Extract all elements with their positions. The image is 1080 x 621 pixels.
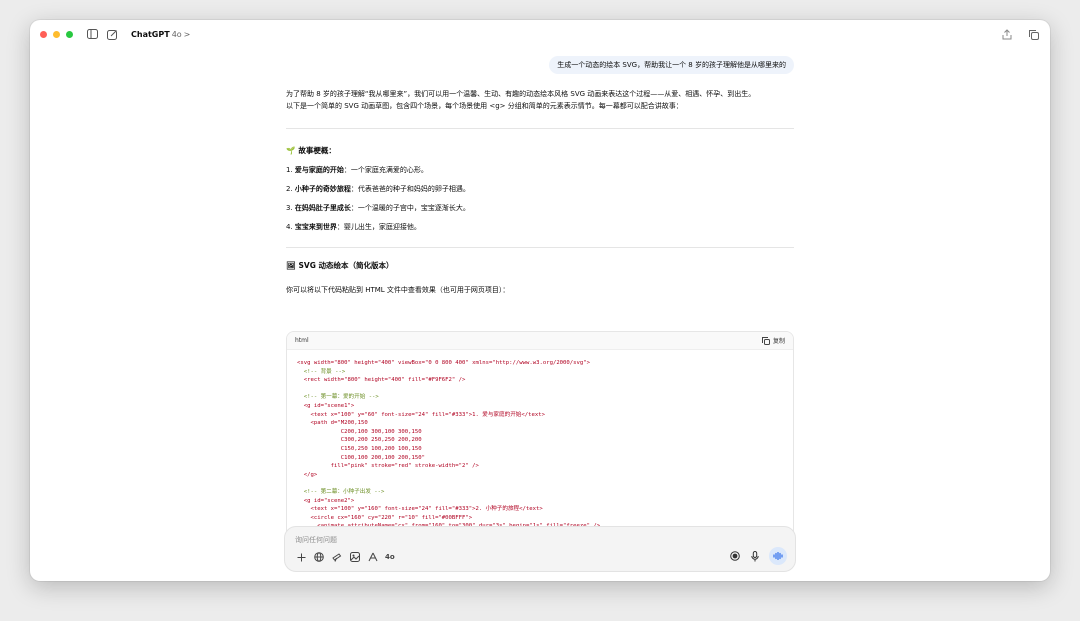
code-language: html [295,337,309,344]
user-message: 生成一个动态的绘本 SVG，帮助我让一个 8 岁的孩子理解他是从哪里来的 [549,56,794,74]
close-window-button[interactable] [40,30,47,38]
composer: 询问任何问题 4o [284,526,796,572]
code-line: <!-- 第一幕：爱的开始 --> [297,394,379,401]
code-line: <!-- 第二幕：小种子出发 --> [297,488,385,495]
copy-window-icon[interactable] [1026,27,1040,41]
story-item: 1. 爱与家庭的开始：一个家庭充满爱的心形。 [286,166,428,174]
plus-icon[interactable] [295,551,307,563]
code-line: <text x="100" y="60" font-size="24" fill… [297,411,545,418]
story-item: 3. 在妈妈肚子里成长：一个温暖的子宫中，宝宝逐渐长大。 [286,204,470,212]
copy-label: 复制 [772,338,785,345]
story-item: 2. 小种子的奇妙旅程：代表爸爸的种子和妈妈的卵子相遇。 [286,185,470,193]
composer-tools: 4o [295,551,395,563]
composer-actions [729,547,787,565]
code-line: C150,250 100,200 100,150 [297,445,422,452]
new-chat-icon[interactable] [105,27,119,41]
story-item: 4. 宝宝来到世界：婴儿出生，家庭迎接他。 [286,223,421,231]
code-line: <g id="scene1"> [297,402,355,409]
code-block: html 复制 <svg width="800" height="400" vi… [286,331,794,546]
globe-icon[interactable] [313,551,325,563]
code-line: <rect width="800" height="400" fill="#F9… [297,377,466,384]
code-content: <svg width="800" height="400" viewBox="0… [287,350,793,545]
story-heading-text: 故事梗概： [298,146,336,155]
assistant-message: 为了帮助 8 岁的孩子理解“我从哪里来”，我们可以用一个温馨、生动、有趣的动态绘… [286,88,794,296]
model-selector[interactable]: ChatGPT 4o > [131,30,190,39]
window-controls [40,30,73,38]
share-icon[interactable] [1000,27,1014,41]
voice-mode-button[interactable] [769,547,787,565]
code-block-header: html 复制 [287,332,793,350]
code-line: <!-- 背景 --> [297,368,346,375]
code-line: C200,100 300,100 300,150 [297,428,422,435]
intro-line-2: 以下是一个简单的 SVG 动画草图，包含四个场景，每个场景使用 <g> 分组和简… [286,102,683,110]
svg-heading: 🖼 SVG 动态绘本（简化版本） [286,260,794,272]
telescope-icon[interactable] [331,551,343,563]
story-heading: 🌱 故事梗概： [286,145,794,157]
model-version: 4o [171,29,182,39]
model-name: ChatGPT [131,29,170,39]
copy-icon [761,336,770,345]
message-input[interactable]: 询问任何问题 [295,535,337,545]
code-line: <svg width="800" height="400" viewBox="0… [297,360,590,366]
sidebar-toggle-icon[interactable] [85,27,99,41]
code-line: </g> [297,471,318,478]
tools-icon[interactable] [367,551,379,563]
chat-content: 生成一个动态的绘本 SVG，帮助我让一个 8 岁的孩子理解他是从哪里来的 为了帮… [30,48,1050,581]
divider [286,128,794,129]
code-line: <g id="scene2"> [297,497,355,504]
code-line: C100,100 200,100 200,150" [297,454,425,461]
image-icon[interactable] [349,551,361,563]
maximize-window-button[interactable] [66,30,73,38]
code-line: fill="pink" stroke="red" stroke-width="2… [297,463,479,470]
copy-code-button[interactable]: 复制 [761,336,785,345]
chevron-right-icon: > [183,29,191,39]
titlebar: ChatGPT 4o > [30,20,1050,48]
story-list: 1. 爱与家庭的开始：一个家庭充满爱的心形。 2. 小种子的奇妙旅程：代表爸爸的… [286,164,794,233]
minimize-window-button[interactable] [53,30,60,38]
code-line: <circle cx="160" cy="220" r="10" fill="#… [297,514,473,521]
code-line: <path d="M200,150 [297,420,368,427]
code-line: <text x="100" y="160" font-size="24" fil… [297,506,543,513]
svg-heading-text: SVG 动态绘本（简化版本） [298,261,394,270]
record-icon[interactable] [729,550,741,562]
microphone-icon[interactable] [749,550,761,562]
waveform-icon [773,552,783,560]
model-short-label[interactable]: 4o [385,551,395,563]
app-window: ChatGPT 4o > 生成一个动态的绘本 SVG，帮助我让一个 8 岁的孩子… [30,20,1050,581]
paste-note: 你可以将以下代码粘贴到 HTML 文件中查看效果（也可用于网页项目）： [286,286,510,294]
picture-icon: 🖼 [286,261,296,270]
code-line: C300,200 250,250 200,200 [297,437,422,444]
sprout-icon: 🌱 [286,146,296,155]
intro-line-1: 为了帮助 8 岁的孩子理解“我从哪里来”，我们可以用一个温馨、生动、有趣的动态绘… [286,90,756,98]
divider [286,247,794,248]
